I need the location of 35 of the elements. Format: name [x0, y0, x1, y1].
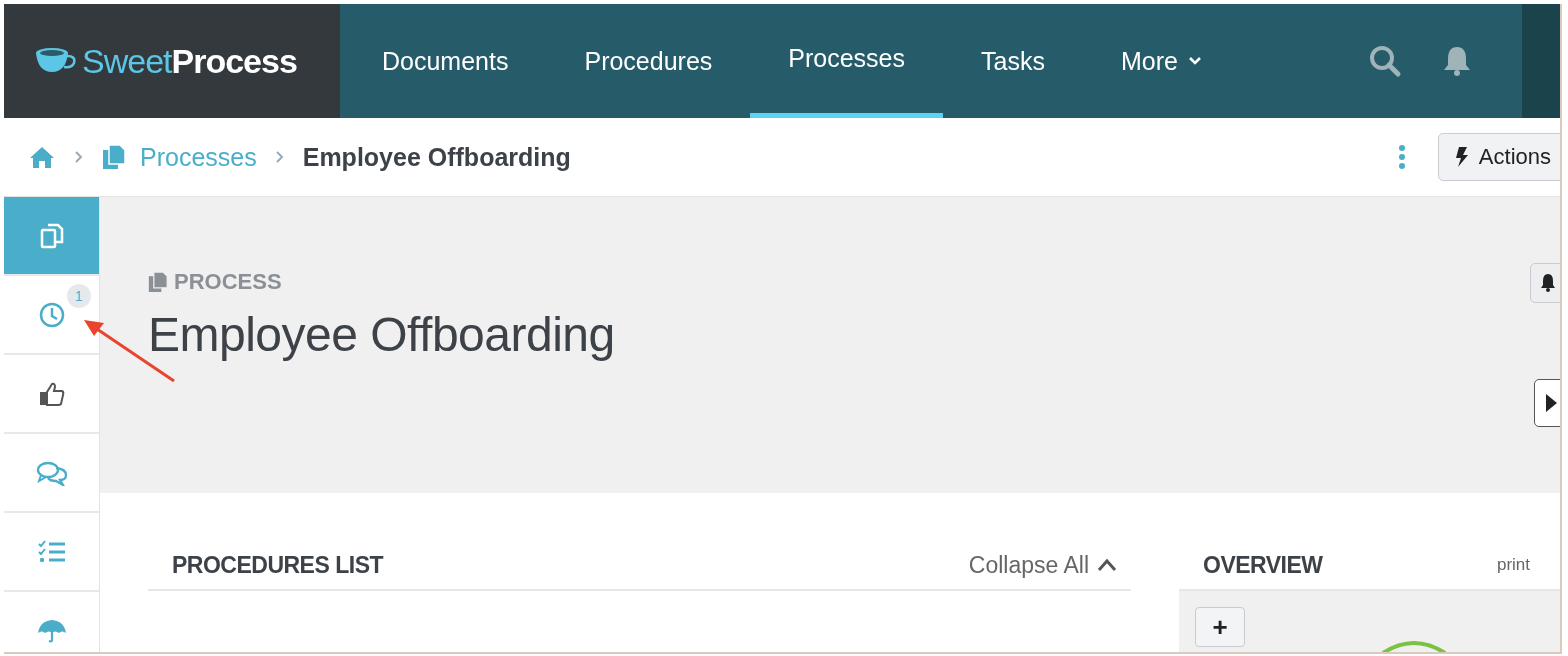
chevron-up-icon: [1097, 558, 1117, 572]
section-title: PROCEDURES LIST: [172, 551, 384, 579]
process-label: PROCESS: [174, 269, 282, 295]
nav-tab[interactable]: More: [1082, 4, 1240, 118]
play-button[interactable]: [1534, 379, 1560, 427]
nav-tab[interactable]: Processes: [750, 4, 944, 118]
breadcrumb-current: Employee Offboarding: [302, 142, 571, 172]
umbrella-icon: [36, 618, 67, 643]
play-icon: [1545, 393, 1557, 413]
more-options-icon[interactable]: [1397, 144, 1406, 170]
nav-tab[interactable]: Documents: [344, 4, 547, 118]
nav-tab[interactable]: Tasks: [943, 4, 1083, 118]
logo-text: SweetProcess: [82, 41, 297, 81]
search-icon[interactable]: [1368, 44, 1402, 78]
section-title: OVERVIEW: [1203, 551, 1323, 579]
documents-icon: [102, 144, 126, 170]
process-title: Employee Offboarding: [148, 307, 616, 362]
notify-button[interactable]: [1530, 263, 1560, 303]
bell-icon: [1541, 273, 1555, 293]
print-link[interactable]: print: [1496, 555, 1530, 575]
documents-icon: [148, 271, 168, 293]
chevron-right-icon: [74, 150, 84, 164]
clock-icon: [37, 300, 66, 329]
lightning-icon: [1454, 146, 1469, 168]
nav-tab[interactable]: Procedures: [546, 4, 751, 118]
bell-icon[interactable]: [1442, 45, 1472, 77]
chat-bubbles-icon: [35, 459, 68, 486]
actions-button[interactable]: Actions: [1437, 133, 1560, 181]
add-button[interactable]: +: [1195, 607, 1245, 647]
count-badge: 1: [67, 284, 91, 308]
checklist-icon: [37, 539, 66, 564]
copy-icon: [38, 221, 65, 250]
home-icon[interactable]: [28, 145, 56, 169]
chevron-right-icon: [274, 150, 285, 164]
collapse-all-link[interactable]: Collapse All: [968, 551, 1117, 579]
